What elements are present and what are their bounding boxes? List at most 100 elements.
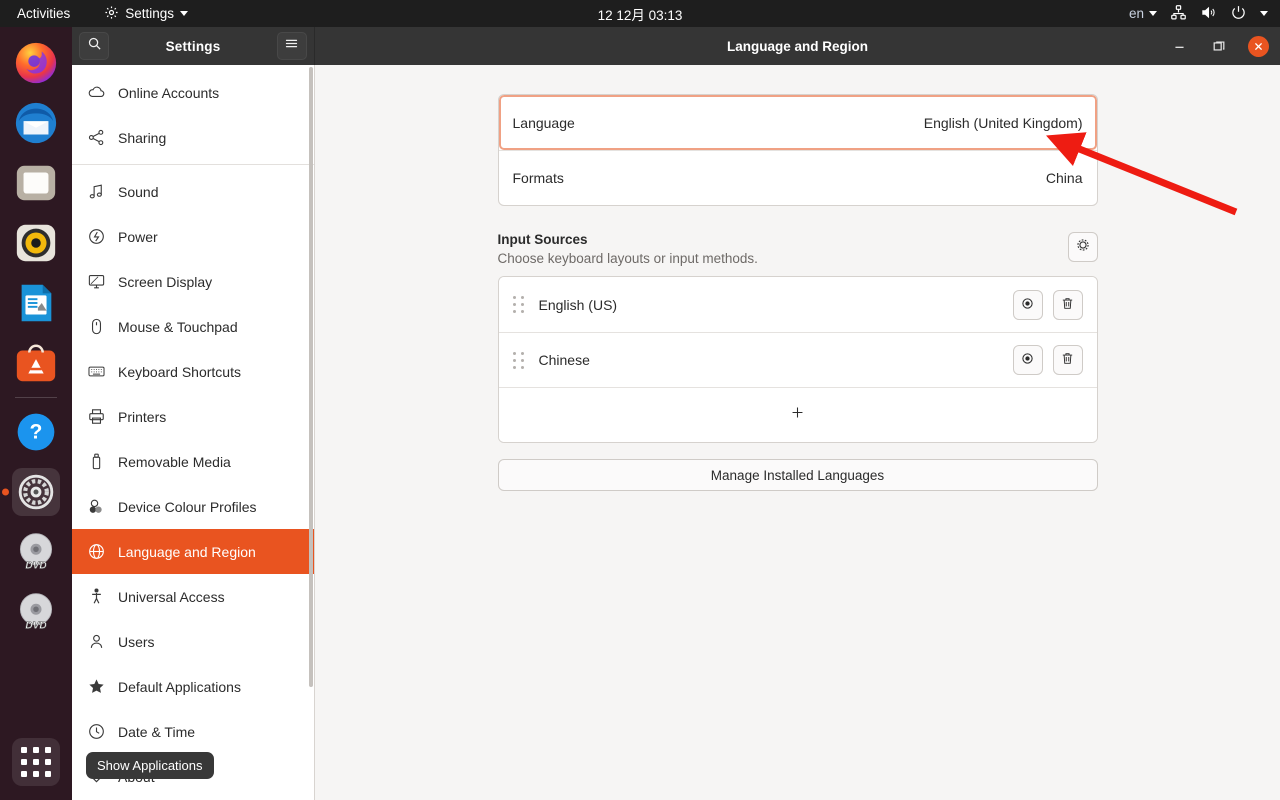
- drag-handle-icon[interactable]: [513, 296, 525, 314]
- dock-item-firefox[interactable]: [12, 39, 60, 87]
- sidebar-item-language-and-region[interactable]: Language and Region: [72, 529, 314, 574]
- main-menu-button[interactable]: [276, 32, 307, 60]
- user-icon: [86, 632, 106, 652]
- sidebar-item-sound[interactable]: Sound: [72, 169, 314, 214]
- dock-separator: [15, 397, 57, 398]
- colour-profile-icon: [86, 497, 106, 517]
- sidebar-item-date-time[interactable]: Date & Time: [72, 709, 314, 754]
- sidebar-item-online-accounts[interactable]: Online Accounts: [72, 70, 314, 115]
- sidebar-separator: [72, 164, 314, 165]
- star-icon: [86, 677, 106, 697]
- cloud-icon: [86, 83, 106, 103]
- top-bar-left-group: Activities Settings: [0, 2, 195, 26]
- search-button[interactable]: [79, 32, 109, 60]
- minimize-button[interactable]: [1168, 35, 1190, 57]
- hamburger-menu-icon: [284, 36, 299, 56]
- input-source-actions: [1012, 289, 1083, 320]
- music-note-icon: [86, 182, 106, 202]
- sidebar-item-printers[interactable]: Printers: [72, 394, 314, 439]
- input-sources-header: Input Sources Choose keyboard layouts or…: [498, 232, 1098, 266]
- language-row[interactable]: Language English (United Kingdom): [498, 95, 1097, 150]
- remove-input-source-button[interactable]: [1052, 289, 1083, 320]
- share-icon: [86, 128, 106, 148]
- language-region-panel: Language English (United Kingdom) Format…: [497, 94, 1098, 491]
- sidebar-item-keyboard-shortcuts[interactable]: Keyboard Shortcuts: [72, 349, 314, 394]
- input-sources-options-button[interactable]: [1067, 232, 1098, 262]
- volume-icon: [1200, 4, 1217, 24]
- system-status-area[interactable]: en: [1125, 0, 1272, 27]
- dock-item-settings[interactable]: [12, 468, 60, 516]
- input-source-row[interactable]: Chinese: [498, 332, 1097, 387]
- window-title: Language and Region: [726, 38, 868, 54]
- help-icon: ?: [17, 413, 55, 451]
- manage-installed-languages-button[interactable]: Manage Installed Languages: [497, 459, 1098, 491]
- sidebar-item-screen-display[interactable]: Screen Display: [72, 259, 314, 304]
- eye-icon: [1020, 296, 1035, 314]
- input-source-actions: [1012, 345, 1083, 375]
- globe-icon: [86, 542, 106, 562]
- settings-sidebar: Online Accounts Sharing Sound Power Scre…: [72, 65, 315, 800]
- sidebar-item-sharing[interactable]: Sharing: [72, 115, 314, 160]
- language-row-label: Language: [512, 114, 575, 131]
- input-source-row[interactable]: English (US): [498, 277, 1097, 332]
- sidebar-item-label: Mouse & Touchpad: [118, 318, 238, 335]
- settings-window: Settings Language and Region Online Acco…: [72, 27, 1280, 800]
- dock-item-help[interactable]: ?: [12, 408, 60, 456]
- sidebar-item-mouse-touchpad[interactable]: Mouse & Touchpad: [72, 304, 314, 349]
- activities-button[interactable]: Activities: [10, 3, 77, 24]
- keyboard-icon: [86, 362, 106, 382]
- language-row-value: English (United Kingdom): [923, 114, 1083, 131]
- usb-drive-icon: [86, 452, 106, 472]
- sidebar-title: Settings: [165, 38, 221, 54]
- drag-handle-icon[interactable]: [513, 351, 525, 369]
- sidebar-item-label: Keyboard Shortcuts: [118, 363, 241, 380]
- dock-item-files[interactable]: [12, 159, 60, 207]
- sidebar-item-default-applications[interactable]: Default Applications: [72, 664, 314, 709]
- add-input-source-button[interactable]: [498, 387, 1097, 442]
- trash-icon: [1060, 296, 1075, 314]
- formats-row-value: China: [1045, 170, 1083, 186]
- sidebar-item-universal-access[interactable]: Universal Access: [72, 574, 314, 619]
- formats-row[interactable]: Formats China: [498, 150, 1097, 205]
- sidebar-item-removable-media[interactable]: Removable Media: [72, 439, 314, 484]
- language-formats-card: Language English (United Kingdom) Format…: [497, 94, 1098, 206]
- dock-item-rhythmbox[interactable]: [12, 219, 60, 267]
- dvd-disc-icon: DVD: [19, 593, 53, 632]
- dock-item-dvd-1[interactable]: DVD: [12, 528, 60, 576]
- close-button[interactable]: [1248, 35, 1269, 57]
- gnome-top-bar: Activities Settings 12 12月 03:13 en: [0, 0, 1280, 27]
- dock-item-ubuntu-software[interactable]: [12, 339, 60, 387]
- maximize-button[interactable]: [1208, 35, 1230, 57]
- show-applications-button[interactable]: [12, 738, 60, 786]
- trash-icon: [1060, 351, 1075, 369]
- dock-item-thunderbird[interactable]: [12, 99, 60, 147]
- plus-icon: [789, 404, 806, 426]
- remove-input-source-button[interactable]: [1052, 345, 1083, 375]
- thunderbird-icon: [15, 102, 57, 144]
- search-icon: [87, 36, 102, 56]
- app-menu-button[interactable]: Settings: [97, 2, 195, 26]
- dvd-disc-icon: DVD: [19, 533, 53, 572]
- preview-layout-button[interactable]: [1012, 345, 1043, 375]
- monitor-icon: [86, 272, 106, 292]
- sidebar-item-label: Sharing: [118, 129, 167, 146]
- dock-item-dvd-2[interactable]: DVD: [12, 588, 60, 636]
- window-controls: [1168, 27, 1269, 65]
- printer-icon: [86, 407, 106, 427]
- gear-icon: [1075, 237, 1091, 258]
- sidebar-scrollbar[interactable]: [309, 65, 314, 800]
- chevron-down-icon: [180, 11, 189, 16]
- sidebar-item-power[interactable]: Power: [72, 214, 314, 259]
- mouse-icon: [86, 317, 106, 337]
- sidebar-item-label: Power: [118, 228, 158, 245]
- sidebar-scrollbar-thumb[interactable]: [309, 67, 313, 687]
- sidebar-item-users[interactable]: Users: [72, 619, 314, 664]
- svg-text:DVD: DVD: [25, 621, 46, 632]
- accessibility-icon: [86, 587, 106, 607]
- preview-layout-button[interactable]: [1012, 289, 1043, 320]
- ubuntu-dock: ? DVD DVD: [0, 27, 72, 800]
- sidebar-item-device-colour-profiles[interactable]: Device Colour Profiles: [72, 484, 314, 529]
- clock-icon: [86, 722, 106, 742]
- dock-item-libreoffice[interactable]: [12, 279, 60, 327]
- keyboard-layout-indicator[interactable]: en: [1129, 6, 1144, 21]
